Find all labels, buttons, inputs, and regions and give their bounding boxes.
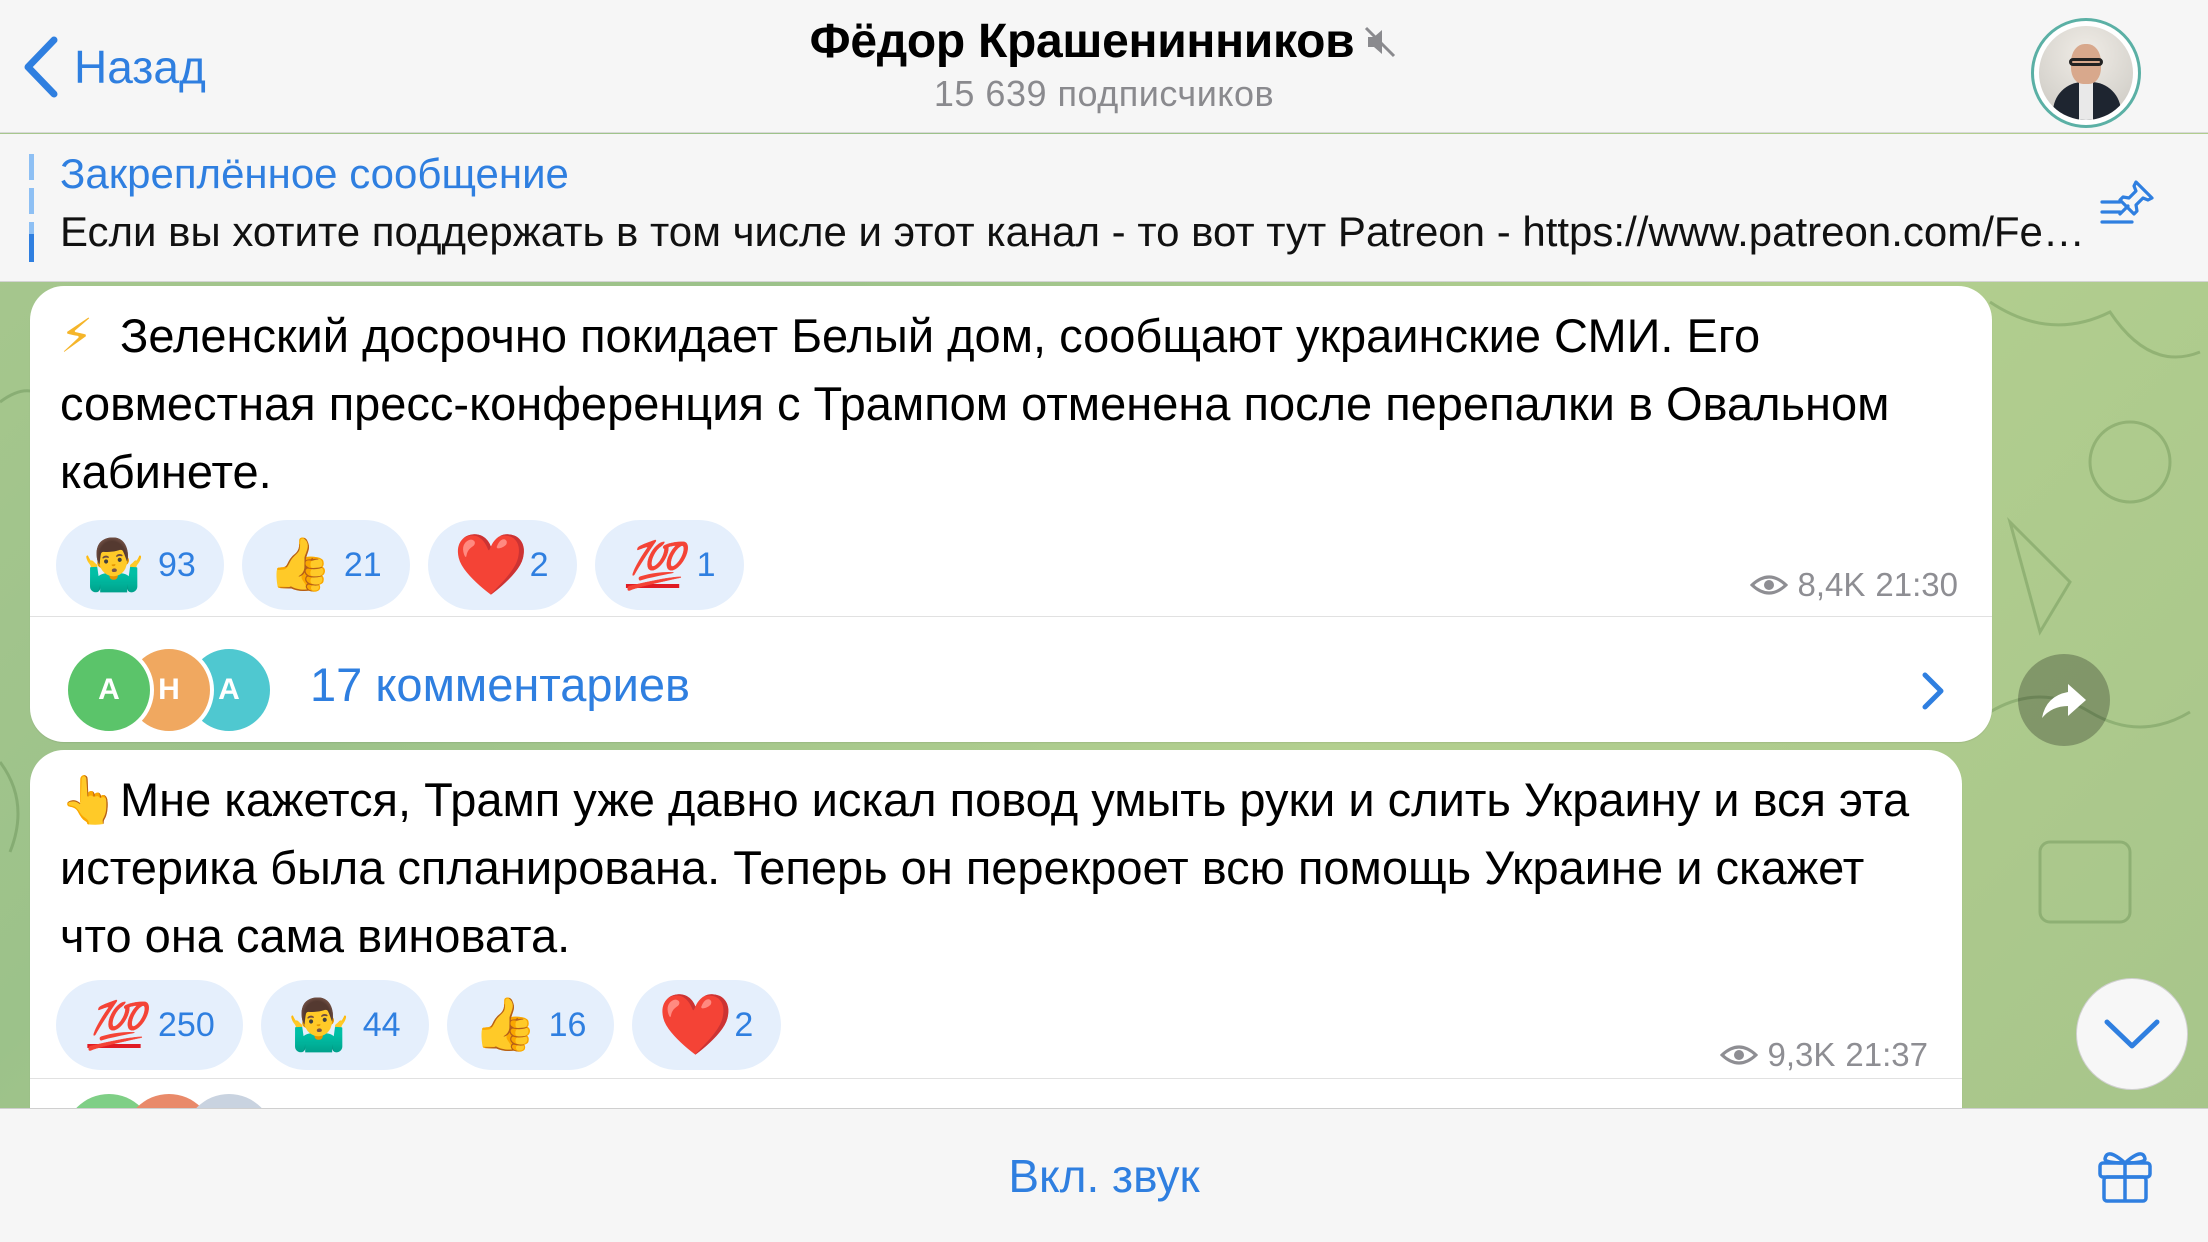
- pinned-list-icon[interactable]: [2098, 176, 2160, 236]
- pinned-title: Закреплённое сообщение: [60, 150, 569, 197]
- pointing-up-emoji: 👆: [60, 773, 119, 826]
- lightning-emoji: ⚡: [60, 309, 94, 362]
- message-text: 👆Мне кажется, Трамп уже давно искал пово…: [60, 766, 1940, 970]
- eye-icon: [1749, 575, 1788, 595]
- heart-emoji: ❤️: [453, 531, 529, 598]
- share-arrow-icon: [2042, 684, 2086, 718]
- chat-header: Назад Фёдор Крашенинников 15 639 подписч…: [0, 0, 2208, 133]
- reaction-shrug[interactable]: 🤷‍♂️ 44: [260, 980, 429, 1070]
- message-bubble[interactable]: 👆Мне кажется, Трамп уже давно искал пово…: [30, 750, 1962, 1184]
- pinned-message-bar[interactable]: Закреплённое сообщение Если вы хотите по…: [0, 134, 2208, 282]
- comments-label: 17 комментариев: [310, 658, 690, 711]
- eye-icon: [1719, 1045, 1758, 1065]
- speaker-muted-icon: [1365, 26, 1396, 57]
- message-meta: 9,3K 21:37: [1719, 1036, 1928, 1074]
- reaction-heart[interactable]: ❤️ 2: [427, 520, 577, 610]
- channel-name: Фёдор Крашенинников: [809, 15, 1355, 68]
- unmute-button[interactable]: Вкл. звук: [0, 1149, 2208, 1203]
- avatar-photo: [2039, 26, 2133, 120]
- reaction-count: 93: [158, 545, 196, 584]
- thumbs-up-emoji: 👍: [472, 996, 538, 1054]
- shrug-emoji: 🤷‍♂️: [287, 997, 350, 1053]
- view-count: 9,3K: [1767, 1036, 1836, 1073]
- bottom-bar: Вкл. звук: [0, 1108, 2208, 1242]
- commenter-avatar: A: [64, 645, 154, 735]
- hundred-emoji: 💯: [87, 999, 144, 1051]
- message-meta: 8,4K 21:30: [1749, 566, 1958, 604]
- view-count: 8,4K: [1797, 566, 1866, 603]
- reaction-count: 21: [343, 545, 382, 584]
- reaction-count: 2: [529, 545, 549, 584]
- pinned-indicator: [29, 154, 34, 262]
- reaction-count: 16: [548, 1005, 587, 1044]
- reaction-count: 44: [362, 1005, 401, 1044]
- reaction-count: 2: [734, 1005, 754, 1044]
- reaction-count: 250: [158, 1005, 215, 1044]
- reaction-count: 1: [696, 545, 716, 584]
- message-time: 21:30: [1875, 566, 1958, 603]
- hundred-emoji: 💯: [625, 539, 683, 591]
- channel-title: Фёдор Крашенинников: [810, 14, 1399, 69]
- gift-icon[interactable]: [2096, 1145, 2154, 1205]
- pinned-text: Если вы хотите поддержать в том числе и …: [60, 208, 2100, 255]
- comments-divider: [30, 1078, 1962, 1079]
- reaction-100[interactable]: 💯 250: [56, 980, 243, 1070]
- subscriber-count: 15 639 подписчиков: [933, 73, 1275, 114]
- chevron-right-icon: [1922, 672, 1944, 710]
- reaction-thumbs-up[interactable]: 👍 21: [241, 520, 410, 610]
- comments-button[interactable]: A H A 17 комментариев: [30, 617, 1992, 742]
- shrug-emoji: 🤷‍♂️: [82, 537, 146, 593]
- scroll-down-button[interactable]: [2076, 978, 2188, 1090]
- reaction-thumbs-up[interactable]: 👍 16: [446, 980, 615, 1070]
- chevron-down-icon: [2104, 1019, 2160, 1049]
- reactions-row: 🤷‍♂️ 93 👍 21 ❤️ 2 💯 1: [56, 520, 744, 610]
- message-text: ⚡ Зеленский досрочно покидает Белый дом, …: [60, 302, 1960, 506]
- reaction-shrug[interactable]: 🤷‍♂️ 93: [56, 520, 224, 610]
- reaction-heart[interactable]: ❤️ 2: [632, 980, 782, 1070]
- reactions-row: 💯 250 🤷‍♂️ 44 👍 16 ❤️ 2: [56, 980, 782, 1070]
- thumbs-up-emoji: 👍: [267, 536, 333, 594]
- message-body: Зеленский досрочно покидает Белый дом, с…: [60, 309, 1890, 498]
- message-time: 21:37: [1845, 1036, 1928, 1073]
- reaction-100[interactable]: 💯 1: [594, 520, 744, 610]
- channel-info[interactable]: Фёдор Крашенинников 15 639 подписчиков: [0, 14, 2208, 115]
- channel-avatar[interactable]: [2031, 18, 2141, 128]
- heart-emoji: ❤️: [658, 991, 734, 1058]
- share-button[interactable]: [2018, 654, 2110, 746]
- message-bubble[interactable]: ⚡ Зеленский досрочно покидает Белый дом, …: [30, 286, 1992, 742]
- message-body: Мне кажется, Трамп уже давно искал повод…: [60, 773, 1910, 962]
